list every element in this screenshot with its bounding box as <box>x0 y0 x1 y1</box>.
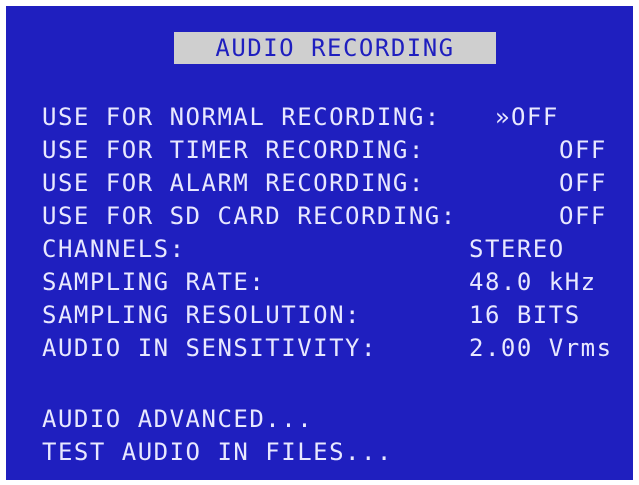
setting-value[interactable]: OFF <box>559 200 607 232</box>
setting-label: SAMPLING RATE: <box>42 268 266 296</box>
setting-row-sampling-resolution[interactable]: SAMPLING RESOLUTION: 16 BITS <box>42 299 579 331</box>
audio-recording-screen: AUDIO RECORDING USE FOR NORMAL RECORDING… <box>6 6 633 480</box>
setting-value[interactable]: OFF <box>559 167 607 199</box>
setting-label: USE FOR TIMER RECORDING: <box>42 136 425 164</box>
setting-label: USE FOR SD CARD RECORDING: <box>42 202 457 230</box>
setting-value[interactable]: 2.00 Vrms <box>469 332 613 364</box>
setting-label: CHANNELS: <box>42 235 186 263</box>
setting-row-alarm-recording[interactable]: USE FOR ALARM RECORDING: OFF <box>42 167 605 199</box>
setting-label: SAMPLING RESOLUTION: <box>42 301 361 329</box>
setting-row-sd-card-recording[interactable]: USE FOR SD CARD RECORDING: OFF <box>42 200 605 232</box>
setting-label: AUDIO IN SENSITIVITY: <box>42 334 377 362</box>
setting-value[interactable]: OFF <box>559 134 607 166</box>
setting-label: USE FOR ALARM RECORDING: <box>42 169 425 197</box>
page-title: AUDIO RECORDING <box>174 32 496 64</box>
setting-value[interactable]: 48.0 kHz <box>469 266 597 298</box>
setting-row-timer-recording[interactable]: USE FOR TIMER RECORDING: OFF <box>42 134 605 166</box>
setting-value[interactable]: »OFF <box>495 101 559 133</box>
setting-row-normal-recording[interactable]: USE FOR NORMAL RECORDING: »OFF <box>42 101 557 133</box>
menu-item-test-audio-in-files[interactable]: TEST AUDIO IN FILES... <box>42 436 393 468</box>
setting-row-audio-in-sensitivity[interactable]: AUDIO IN SENSITIVITY: 2.00 Vrms <box>42 332 611 364</box>
setting-row-sampling-rate[interactable]: SAMPLING RATE: 48.0 kHz <box>42 266 595 298</box>
setting-value[interactable]: 16 BITS <box>469 299 581 331</box>
setting-label: USE FOR NORMAL RECORDING: <box>42 103 441 131</box>
setting-value[interactable]: STEREO <box>469 233 565 265</box>
setting-row-channels[interactable]: CHANNELS: STEREO <box>42 233 563 265</box>
menu-item-audio-advanced[interactable]: AUDIO ADVANCED... <box>42 403 313 435</box>
